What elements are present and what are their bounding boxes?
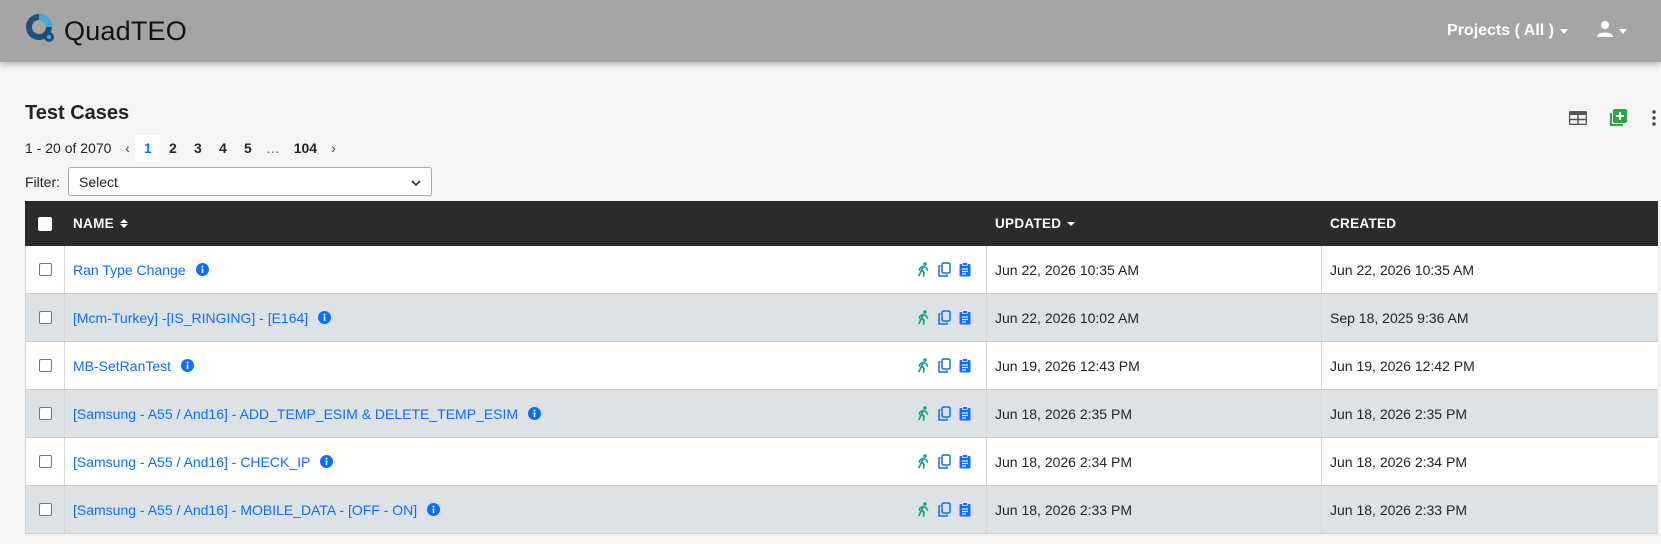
- updated-date: Jun 22, 2026 10:35 AM: [995, 261, 1139, 278]
- row-checkbox[interactable]: [38, 407, 52, 420]
- clipboard-icon[interactable]: [958, 262, 972, 278]
- table-row: MB-SetRanTest Jun 19, 2026 12:43 PM Jun …: [25, 342, 1658, 390]
- page-ellipsis: …: [265, 140, 280, 156]
- table-row: [Mcm-Turkey] -[IS_RINGING] - [E164] Jun …: [25, 294, 1658, 342]
- run-icon[interactable]: [916, 262, 930, 278]
- page-link-2[interactable]: 2: [160, 135, 185, 161]
- pagination: 1 - 20 of 2070 ‹ 1 2 3 4 5 … 104 ›: [25, 135, 1661, 161]
- created-date: Jun 18, 2026 2:35 PM: [1330, 405, 1467, 422]
- page-link-1[interactable]: 1: [135, 135, 161, 161]
- run-icon[interactable]: [916, 358, 930, 374]
- table-toolbar: [1567, 107, 1661, 129]
- info-icon[interactable]: [318, 311, 332, 324]
- projects-dropdown[interactable]: Projects ( All ): [1447, 22, 1568, 40]
- test-case-link[interactable]: [Mcm-Turkey] -[IS_RINGING] - [E164]: [73, 310, 308, 326]
- quadteo-logo-icon: [24, 12, 58, 51]
- filter-label: Filter:: [25, 173, 60, 190]
- pagination-range: 1 - 20 of 2070: [25, 140, 112, 156]
- copy-icon[interactable]: [937, 454, 951, 470]
- test-case-link[interactable]: MB-SetRanTest: [73, 358, 171, 374]
- filter-row: Filter: Select: [25, 167, 1661, 196]
- sort-desc-icon: [1067, 221, 1076, 226]
- created-date: Jun 19, 2026 12:42 PM: [1330, 357, 1475, 374]
- brand[interactable]: QuadTEO: [24, 12, 187, 51]
- row-checkbox[interactable]: [38, 503, 52, 516]
- column-header-name-label: NAME: [73, 216, 114, 231]
- info-icon[interactable]: [320, 455, 334, 468]
- copy-icon[interactable]: [937, 358, 951, 374]
- test-case-link[interactable]: [Samsung - A55 / And16] - MOBILE_DATA - …: [73, 502, 417, 518]
- table-row: [Samsung - A55 / And16] - ADD_TEMP_ESIM …: [25, 390, 1658, 438]
- chevron-left-icon[interactable]: ‹: [119, 140, 135, 156]
- created-date: Jun 18, 2026 2:33 PM: [1330, 501, 1467, 518]
- updated-date: Jun 18, 2026 2:35 PM: [995, 405, 1132, 422]
- column-header-created[interactable]: CREATED: [1322, 201, 1658, 246]
- row-checkbox[interactable]: [38, 263, 52, 276]
- copy-icon[interactable]: [937, 406, 951, 422]
- page-link-last[interactable]: 104: [285, 135, 325, 161]
- clipboard-icon[interactable]: [958, 358, 972, 374]
- user-menu[interactable]: [1596, 20, 1627, 43]
- table-header: NAME UPDATED CREATED: [25, 201, 1658, 246]
- chevron-down-icon: [411, 174, 421, 190]
- updated-date: Jun 19, 2026 12:43 PM: [995, 357, 1140, 374]
- copy-icon[interactable]: [937, 262, 951, 278]
- column-header-updated-label: UPDATED: [995, 216, 1062, 231]
- table-row: [Samsung - A55 / And16] - MOBILE_DATA - …: [25, 486, 1658, 534]
- run-icon[interactable]: [916, 406, 930, 422]
- updated-date: Jun 22, 2026 10:02 AM: [995, 309, 1139, 326]
- row-checkbox[interactable]: [38, 455, 52, 468]
- page-link-3[interactable]: 3: [185, 135, 210, 161]
- clipboard-icon[interactable]: [958, 502, 972, 518]
- info-icon[interactable]: [427, 503, 441, 516]
- created-date: Jun 22, 2026 10:35 AM: [1330, 261, 1474, 278]
- user-icon: [1596, 20, 1614, 43]
- run-icon[interactable]: [916, 502, 930, 518]
- column-header-name[interactable]: NAME: [65, 201, 987, 246]
- page-link-5[interactable]: 5: [235, 135, 260, 161]
- test-case-link[interactable]: [Samsung - A55 / And16] - ADD_TEMP_ESIM …: [73, 406, 518, 422]
- test-case-link[interactable]: [Samsung - A55 / And16] - CHECK_IP: [73, 454, 310, 470]
- more-vertical-icon[interactable]: [1647, 107, 1661, 129]
- row-checkbox[interactable]: [38, 359, 52, 372]
- created-date: Jun 18, 2026 2:34 PM: [1330, 453, 1467, 470]
- table-row: [Samsung - A55 / And16] - CHECK_IP Jun 1…: [25, 438, 1658, 486]
- table-view-icon[interactable]: [1567, 107, 1589, 129]
- add-icon[interactable]: [1607, 107, 1629, 129]
- chevron-right-icon[interactable]: ›: [325, 140, 341, 156]
- info-icon[interactable]: [528, 407, 542, 420]
- updated-date: Jun 18, 2026 2:34 PM: [995, 453, 1132, 470]
- filter-selected-value: Select: [79, 173, 118, 190]
- chevron-down-icon: [1560, 28, 1568, 34]
- clipboard-icon[interactable]: [958, 406, 972, 422]
- chevron-down-icon: [1619, 28, 1627, 34]
- select-all-checkbox[interactable]: [38, 216, 52, 231]
- copy-icon[interactable]: [937, 310, 951, 326]
- test-cases-table: NAME UPDATED CREATED Ran Type Change Jun…: [25, 201, 1658, 534]
- main-content: Test Cases 1 - 20 of 2070 ‹ 1 2 3 4 5 … …: [0, 62, 1661, 534]
- filter-select[interactable]: Select: [68, 167, 432, 196]
- column-header-created-label: CREATED: [1330, 216, 1397, 231]
- brand-name: QuadTEO: [64, 15, 187, 46]
- table-row: Ran Type Change Jun 22, 2026 10:35 AM Ju…: [25, 246, 1658, 294]
- page-link-4[interactable]: 4: [210, 135, 235, 161]
- updated-date: Jun 18, 2026 2:33 PM: [995, 501, 1132, 518]
- column-header-updated[interactable]: UPDATED: [987, 201, 1322, 246]
- row-checkbox[interactable]: [38, 311, 52, 324]
- page-title: Test Cases: [25, 102, 130, 124]
- info-icon[interactable]: [195, 263, 209, 276]
- run-icon[interactable]: [916, 454, 930, 470]
- copy-icon[interactable]: [937, 502, 951, 518]
- run-icon[interactable]: [916, 310, 930, 326]
- top-navbar: QuadTEO Projects ( All ): [0, 0, 1661, 62]
- projects-label: Projects ( All ): [1447, 22, 1554, 39]
- created-date: Sep 18, 2025 9:36 AM: [1330, 309, 1469, 326]
- info-icon[interactable]: [181, 359, 195, 372]
- sort-icon: [119, 219, 128, 228]
- test-case-link[interactable]: Ran Type Change: [73, 262, 186, 278]
- clipboard-icon[interactable]: [958, 454, 972, 470]
- clipboard-icon[interactable]: [958, 310, 972, 326]
